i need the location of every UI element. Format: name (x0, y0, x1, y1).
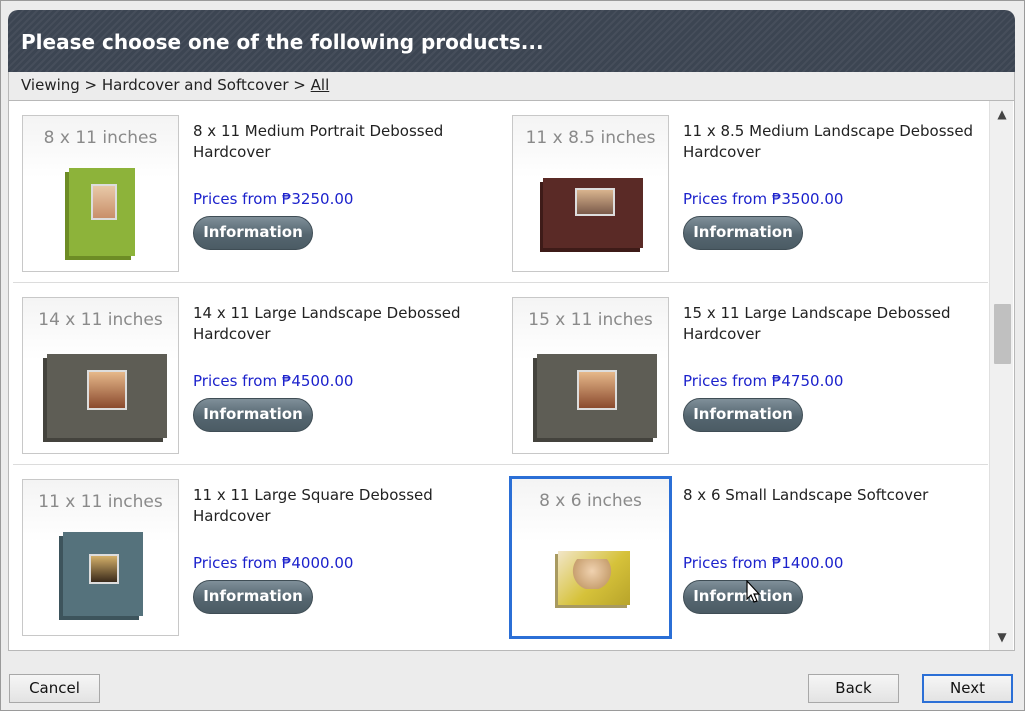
breadcrumb-path: Viewing > Hardcover and Softcover > (21, 76, 311, 94)
product-card[interactable]: 11 x 8.5 inches 11 x 8.5 Medium Landscap… (503, 101, 993, 283)
product-price: Prices from ₱1400.00 (683, 554, 844, 572)
product-card[interactable]: 8 x 6 inches 8 x 6 Small Landscape Softc… (503, 465, 993, 647)
book-cover-image (537, 354, 657, 438)
information-button[interactable]: Information (683, 398, 803, 432)
product-thumbnail[interactable]: 8 x 11 inches (22, 115, 179, 272)
thumbnail-size-label: 15 x 11 inches (528, 310, 653, 330)
next-button[interactable]: Next (922, 674, 1013, 703)
scroll-thumb[interactable] (994, 304, 1011, 364)
breadcrumb: Viewing > Hardcover and Softcover > All (8, 72, 1015, 100)
product-price: Prices from ₱4500.00 (193, 372, 354, 390)
product-card[interactable]: 11 x 11 inches 11 x 11 Large Square Debo… (13, 465, 503, 647)
product-title: 11 x 8.5 Medium Landscape Debossed Hardc… (683, 122, 974, 161)
product-row: 8 x 11 inches 8 x 11 Medium Portrait Deb… (13, 101, 988, 283)
product-card[interactable]: 14 x 11 inches 14 x 11 Large Landscape D… (13, 283, 503, 465)
product-card[interactable]: 15 x 11 inches 15 x 11 Large Landscape D… (503, 283, 993, 465)
product-price: Prices from ₱3250.00 (193, 190, 354, 208)
scroll-down-arrow-icon[interactable]: ▼ (990, 626, 1014, 648)
book-cover-image (63, 532, 143, 616)
information-button[interactable]: Information (683, 580, 803, 614)
book-cover-image (47, 354, 167, 438)
book-cover-image (543, 178, 643, 248)
product-thumbnail-selected[interactable]: 8 x 6 inches (509, 476, 672, 639)
thumbnail-size-label: 8 x 11 inches (43, 128, 158, 148)
dialog-title: Please choose one of the following produ… (21, 30, 544, 54)
product-thumbnail[interactable]: 11 x 11 inches (22, 479, 179, 636)
cover-photo (91, 184, 117, 220)
cancel-button[interactable]: Cancel (9, 674, 100, 703)
thumbnail-size-label: 8 x 6 inches (539, 491, 642, 511)
product-title: 8 x 6 Small Landscape Softcover (683, 486, 929, 504)
cover-photo (577, 370, 617, 410)
product-title: 14 x 11 Large Landscape Debossed Hardcov… (193, 304, 461, 343)
thumbnail-size-label: 11 x 8.5 inches (525, 128, 656, 148)
product-title: 15 x 11 Large Landscape Debossed Hardcov… (683, 304, 951, 343)
information-button[interactable]: Information (193, 216, 313, 250)
product-price: Prices from ₱4000.00 (193, 554, 354, 572)
mouse-cursor-icon (746, 580, 761, 603)
product-price: Prices from ₱3500.00 (683, 190, 844, 208)
scroll-up-arrow-icon[interactable]: ▲ (990, 103, 1014, 125)
cover-photo (572, 559, 612, 589)
cover-photo (89, 554, 119, 584)
information-button[interactable]: Information (683, 216, 803, 250)
dialog-header: Please choose one of the following produ… (8, 10, 1015, 72)
book-cover-image (69, 168, 135, 256)
product-thumbnail[interactable]: 11 x 8.5 inches (512, 115, 669, 272)
thumbnail-size-label: 11 x 11 inches (38, 492, 163, 512)
information-button[interactable]: Information (193, 398, 313, 432)
cover-photo (575, 188, 615, 216)
product-row: 14 x 11 inches 14 x 11 Large Landscape D… (13, 283, 988, 465)
back-button[interactable]: Back (808, 674, 899, 703)
cover-photo (87, 370, 127, 410)
product-card[interactable]: 8 x 11 inches 8 x 11 Medium Portrait Deb… (13, 101, 503, 283)
information-button[interactable]: Information (193, 580, 313, 614)
product-title: 11 x 11 Large Square Debossed Hardcover (193, 486, 433, 525)
product-list: 8 x 11 inches 8 x 11 Medium Portrait Deb… (8, 100, 1015, 651)
product-title: 8 x 11 Medium Portrait Debossed Hardcove… (193, 122, 444, 161)
product-thumbnail[interactable]: 14 x 11 inches (22, 297, 179, 454)
thumbnail-size-label: 14 x 11 inches (38, 310, 163, 330)
product-price: Prices from ₱4750.00 (683, 372, 844, 390)
vertical-scrollbar[interactable]: ▲ ▼ (989, 101, 1013, 650)
product-row: 11 x 11 inches 11 x 11 Large Square Debo… (13, 465, 988, 647)
product-thumbnail[interactable]: 15 x 11 inches (512, 297, 669, 454)
breadcrumb-link-all[interactable]: All (311, 76, 330, 94)
book-cover-image (558, 551, 630, 605)
